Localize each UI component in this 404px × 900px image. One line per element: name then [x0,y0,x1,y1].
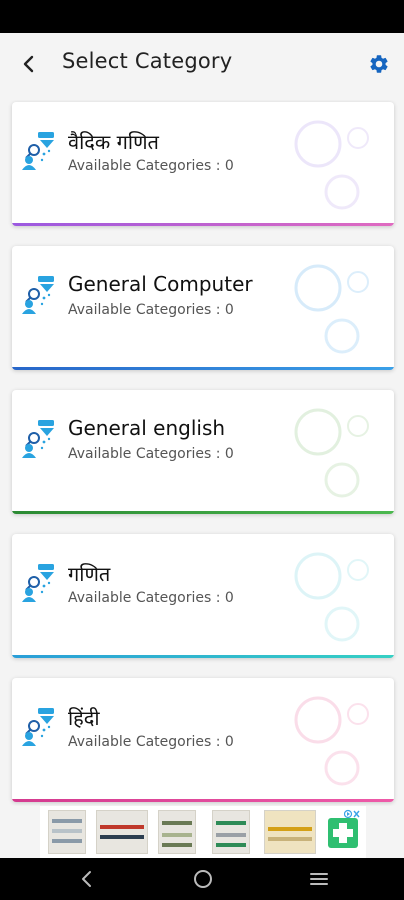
bubbles-decoration [294,120,369,210]
card-accent-bar [12,511,394,514]
back-arrow-icon [23,55,34,73]
category-icon [22,132,54,170]
category-card[interactable]: General english Available Categories : 0 [12,390,394,514]
nav-home-icon[interactable] [190,866,216,892]
app-bar: Select Category [0,33,404,93]
bubbles-decoration [294,696,369,786]
category-card[interactable]: हिंदी Available Categories : 0 [12,678,394,802]
category-subtitle: Available Categories : 0 [68,590,234,606]
ad-product-image[interactable] [212,810,250,854]
settings-button[interactable] [364,49,394,79]
ad-product-image[interactable] [158,810,196,854]
bubbles-decoration [294,552,369,642]
adchoices-icon[interactable] [344,808,360,820]
category-title: General Computer [68,272,253,296]
medical-cross-icon[interactable] [328,818,358,848]
card-accent-bar [12,367,394,370]
ad-product-image[interactable] [48,810,86,854]
category-icon [22,708,54,746]
category-title: General english [68,416,226,440]
ad-product-image[interactable] [264,810,316,854]
system-nav-bar [0,858,404,900]
card-accent-bar [12,799,394,802]
category-subtitle: Available Categories : 0 [68,734,234,750]
category-card[interactable]: गणित Available Categories : 0 [12,534,394,658]
category-icon [22,564,54,602]
category-card[interactable]: वैदिक गणित Available Categories : 0 [12,102,394,226]
back-button[interactable] [14,49,44,79]
category-subtitle: Available Categories : 0 [68,158,234,174]
bubbles-decoration [294,264,369,354]
nav-back-icon[interactable] [74,866,100,892]
card-accent-bar [12,655,394,658]
bubbles-decoration [294,408,369,498]
category-subtitle: Available Categories : 0 [68,446,234,462]
card-accent-bar [12,223,394,226]
category-subtitle: Available Categories : 0 [68,302,234,318]
category-title: हिंदी [68,706,100,730]
category-title: गणित [68,562,111,586]
nav-menu-icon[interactable] [306,866,332,892]
ad-banner[interactable] [40,806,366,858]
category-title: वैदिक गणित [68,130,159,154]
category-card[interactable]: General Computer Available Categories : … [12,246,394,370]
category-icon [22,276,54,314]
page-title: Select Category [62,49,233,73]
gear-icon [370,55,388,73]
ad-product-image[interactable] [96,810,148,854]
category-list[interactable]: वैदिक गणित Available Categories : 0 Gene… [0,100,404,806]
status-bar [0,0,404,33]
category-icon [22,420,54,458]
